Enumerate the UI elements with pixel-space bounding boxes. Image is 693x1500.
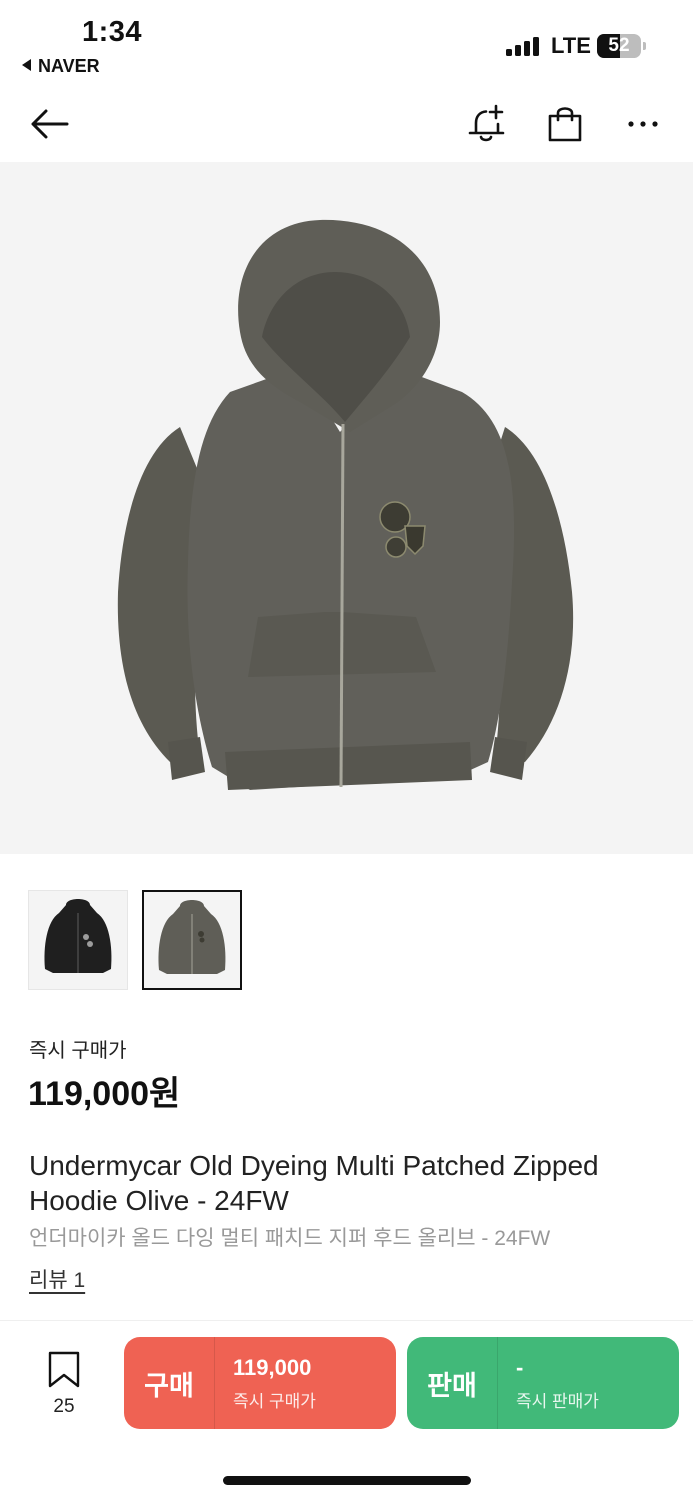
wishlist-count: 25 [53, 1396, 75, 1417]
home-indicator[interactable] [223, 1476, 471, 1485]
hoodie-image [117, 219, 574, 790]
price-label: 즉시 구매가 [29, 1040, 127, 1062]
sell-price: - [516, 1355, 524, 1380]
review-link[interactable]: 리뷰 1 [29, 1264, 85, 1294]
more-button[interactable] [615, 96, 671, 152]
price-value: 119,000원 [28, 1075, 181, 1113]
battery-level: 52 [608, 35, 630, 56]
status-time: 1:34 [82, 16, 143, 48]
thumbnail-olive-hoodie[interactable] [142, 890, 242, 990]
sell-label: 판매 [407, 1337, 498, 1429]
battery-tip [643, 42, 646, 50]
bottom-action-bar: 25 구매 119,000 즉시 구매가 판매 - 즉시 판매가 [0, 1320, 693, 1500]
sell-button[interactable]: 판매 - 즉시 판매가 [407, 1337, 679, 1429]
thumbnail-black-hoodie[interactable] [28, 890, 128, 990]
signal-icon [506, 36, 542, 56]
product-title-ko: 언더마이카 올드 다잉 멀티 패치드 지퍼 후드 올리브 - 24FW [29, 1227, 551, 1250]
back-to-app-link[interactable]: NAVER [22, 56, 100, 77]
bell-plus-icon [468, 104, 505, 142]
network-type: LTE [551, 33, 591, 58]
bookmark-icon [48, 1351, 80, 1388]
hoodie-thumbnail-image [158, 900, 226, 974]
hoodie-thumbnail-image [44, 899, 112, 973]
wishlist-button[interactable]: 25 [38, 1351, 90, 1418]
cart-button[interactable] [537, 96, 593, 152]
battery-icon: 52 [597, 34, 641, 58]
status-bar: 1:34 NAVER LTE 52 [0, 0, 693, 90]
sell-sub-label: 즉시 판매가 [516, 1392, 599, 1411]
back-arrow-icon [31, 109, 69, 139]
back-button[interactable] [21, 96, 77, 152]
buy-label: 구매 [124, 1337, 215, 1429]
more-icon [628, 121, 658, 127]
shopping-bag-icon [548, 107, 582, 142]
buy-sub-label: 즉시 구매가 [233, 1392, 316, 1411]
back-app-label: NAVER [38, 56, 100, 76]
back-triangle-icon [22, 59, 31, 71]
buy-price: 119,000 [233, 1355, 312, 1380]
notify-button[interactable] [459, 96, 515, 152]
product-title-en: Undermycar Old Dyeing Multi Patched Zipp… [29, 1150, 599, 1216]
top-nav-bar [0, 90, 693, 162]
buy-button[interactable]: 구매 119,000 즉시 구매가 [124, 1337, 396, 1429]
product-image[interactable] [0, 162, 693, 854]
